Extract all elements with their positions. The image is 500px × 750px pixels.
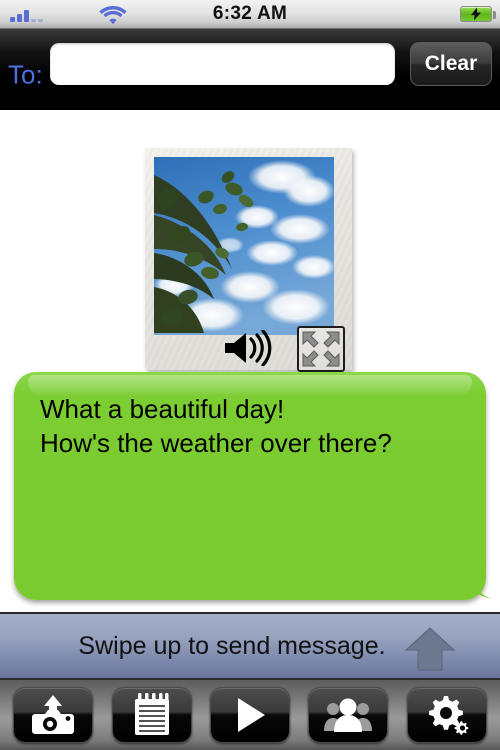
battery-charging-icon [460, 6, 496, 22]
play-triangle-icon [237, 698, 265, 732]
status-bar: 6:32 AM [0, 0, 500, 28]
bubble-tail [462, 570, 492, 599]
message-bubble[interactable]: What a beautiful day! How's the weather … [14, 372, 492, 600]
status-bar-time: 6:32 AM [212, 3, 288, 24]
photo-attachment[interactable] [145, 148, 352, 372]
camera-upload-button[interactable] [13, 687, 94, 743]
message-text: What a beautiful day! How's the weather … [40, 394, 392, 459]
to-label: To: [8, 59, 43, 90]
camera-up-arrow-icon [32, 695, 75, 734]
settings-button[interactable] [406, 687, 487, 743]
swipe-to-send-bar[interactable]: Swipe up to send message. [0, 612, 500, 680]
gears-icon [428, 696, 468, 735]
clear-button[interactable]: Clear [410, 42, 492, 86]
swipe-hint-label: Swipe up to send message. [78, 631, 386, 660]
compose-header: To: Clear [0, 28, 500, 134]
notepad-button[interactable] [111, 687, 192, 743]
people-group-icon [324, 698, 373, 732]
contacts-button[interactable] [308, 687, 389, 743]
phone-screen: 6:32 AM To: Clear What a beautiful day! … [0, 0, 500, 750]
speaker-icon[interactable] [223, 330, 273, 366]
arrow-up-icon[interactable] [404, 626, 456, 672]
expand-arrows-icon[interactable] [297, 326, 345, 372]
notepad-icon [134, 693, 169, 735]
message-content-area: What a beautiful day! How's the weather … [0, 110, 500, 610]
play-button[interactable] [209, 687, 290, 743]
photo-image [154, 157, 334, 335]
bottom-toolbar [0, 680, 500, 750]
recipient-input[interactable] [50, 43, 395, 85]
